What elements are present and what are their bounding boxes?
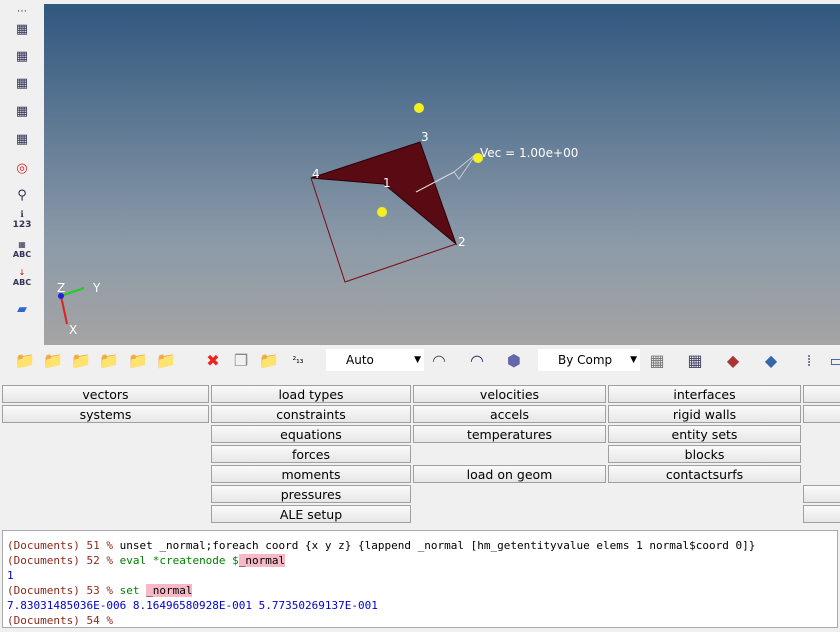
section-icon[interactable]: ▦ [12,130,32,150]
x-axis-label: X [69,323,77,337]
grip-icon: ⋯ [17,6,27,17]
forces-button[interactable]: forces [211,445,411,463]
z-axis-label: Z [57,281,65,295]
fit-icon[interactable]: ▦ [12,74,32,94]
node-label-1: 1 [383,176,391,190]
save-icon[interactable]: 📁 [98,350,120,372]
solid-icon[interactable]: ⬢ [503,350,525,372]
shell-icon[interactable]: ◆ [760,350,782,372]
surface-style-icon[interactable]: ◠ [428,350,450,372]
console-prompt: (Documents) 51 % [7,539,113,552]
feature-icon[interactable]: ◆ [722,350,744,372]
find-icon[interactable]: ⚲ [12,186,32,206]
abc-icon[interactable]: ▦ ABC [12,240,32,260]
import-icon[interactable]: 📁 [42,350,64,372]
panel-button-col5[interactable] [803,385,840,403]
tcl-console[interactable]: (Documents) 51 % unset _normal;foreach c… [2,530,838,628]
shaded-surface-icon[interactable]: ◠ [466,350,488,372]
vector-arrowhead [453,153,477,180]
console-prompt: (Documents) 52 % [7,554,113,567]
highlighted-variable: _normal [146,584,193,597]
console-line: (Documents) 51 % unset _normal;foreach c… [7,538,833,553]
interfaces-button[interactable]: interfaces [608,385,801,403]
plane-icon[interactable]: ▰ [12,300,32,320]
console-output: 7.83031485036E-006 8.16496580928E-001 5.… [7,599,378,612]
console-prompt: (Documents) 54 % [7,614,113,627]
chevron-down-icon: ▼ [630,355,637,365]
left-toolbar: ⋯ ▦ ▦ ▦ ▦ ▦ ◎ ⚲ ℹ 123 ▦ ABC ↓ ABC ▰ [0,0,44,345]
console-output: 1 [7,569,14,582]
console-line: (Documents) 52 % eval *createnode $_norm… [7,553,833,568]
velocities-button[interactable]: velocities [413,385,606,403]
load-on-geom-button[interactable]: load on geom [413,465,606,483]
vectors-button[interactable]: vectors [2,385,209,403]
blocks-button[interactable]: blocks [608,445,801,463]
label-abc: ABC [12,250,32,259]
model-view: 1 2 3 4 Vec = 1.00e+00 Z Y X [57,103,578,337]
label-abc-2: ABC [12,278,32,287]
console-command: eval *createnode $ [119,554,239,567]
console-command: unset _normal;foreach coord {x y z} {lap… [119,539,756,552]
x-axis [60,295,68,325]
chevron-down-icon: ▼ [414,355,421,365]
geom-color-select[interactable]: Auto ▼ [326,349,424,371]
wireframe-icon[interactable]: ▦ [646,350,668,372]
view-icon[interactable]: ⁞ [798,350,820,372]
console-line[interactable]: (Documents) 54 % [7,613,833,628]
load-types-button[interactable]: load types [211,385,411,403]
y-axis-label: Y [92,281,101,295]
console-line: (Documents) 53 % set _normal [7,583,833,598]
entity-sets-button[interactable]: entity sets [608,425,801,443]
moments-button[interactable]: moments [211,465,411,483]
constraints-button[interactable]: constraints [211,405,411,423]
panel-button-col5[interactable] [803,485,840,503]
monitor-icon[interactable]: ▭ [826,350,840,372]
geom-color-value: Auto [346,353,374,367]
mesh-icon[interactable]: ▦ [12,102,32,122]
import-geom-icon[interactable]: 📁 [70,350,92,372]
shell-element[interactable] [310,141,458,246]
export-icon[interactable]: 📁 [127,350,149,372]
highlighted-variable: _normal [238,554,286,567]
node-label-2: 2 [458,235,466,249]
copy-icon[interactable]: ❐ [230,350,252,372]
rigid-walls-button[interactable]: rigid walls [608,405,801,423]
node-sphere[interactable] [414,103,424,113]
console-command: set [119,584,147,597]
abc-arrow-icon[interactable]: ↓ ABC [12,268,32,288]
analysis-panel: vectors systems load types constraints e… [0,382,840,528]
panel-button-col5[interactable] [803,405,840,423]
contactsurfs-button[interactable]: contactsurfs [608,465,801,483]
delete-icon[interactable]: ✖ [202,350,224,372]
shaded-elem-icon[interactable]: ▦ [684,350,706,372]
accels-button[interactable]: accels [413,405,606,423]
elem-color-value: By Comp [558,353,613,367]
graphics-viewport[interactable]: 1 2 3 4 Vec = 1.00e+00 Z Y X [44,4,840,345]
view-cube-icon[interactable]: ▦ [12,20,32,40]
elem-color-select[interactable]: By Comp ▼ [538,349,640,371]
open-model-icon[interactable]: 📁 [14,350,36,372]
equations-button[interactable]: equations [211,425,411,443]
ale-setup-button[interactable]: ALE setup [211,505,411,523]
console-prompt: (Documents) 53 % [7,584,113,597]
systems-button[interactable]: systems [2,405,209,423]
isolate-icon[interactable]: ◎ [12,159,32,179]
node-label-4: 4 [312,167,320,181]
node-sphere[interactable] [377,207,387,217]
export-options-icon[interactable]: 📁 [155,350,177,372]
node-label-3: 3 [421,130,429,144]
pressures-button[interactable]: pressures [211,485,411,503]
organize-icon[interactable]: 📁 [258,350,280,372]
rotate-icon[interactable]: ▦ [12,47,32,67]
temperatures-button[interactable]: temperatures [413,425,606,443]
label-123: 123 [12,220,32,230]
info-123-icon[interactable]: ℹ 123 [12,210,32,230]
renumber-icon[interactable]: ²₁₃ [287,350,309,372]
main-toolbar: 📁 📁 📁 📁 📁 📁 ✖ ❐ 📁 ²₁₃ Auto ▼ ◠ ◠ ⬢ By Com… [0,345,840,378]
vector-label: Vec = 1.00e+00 [480,146,578,160]
panel-button-col5[interactable] [803,505,840,523]
